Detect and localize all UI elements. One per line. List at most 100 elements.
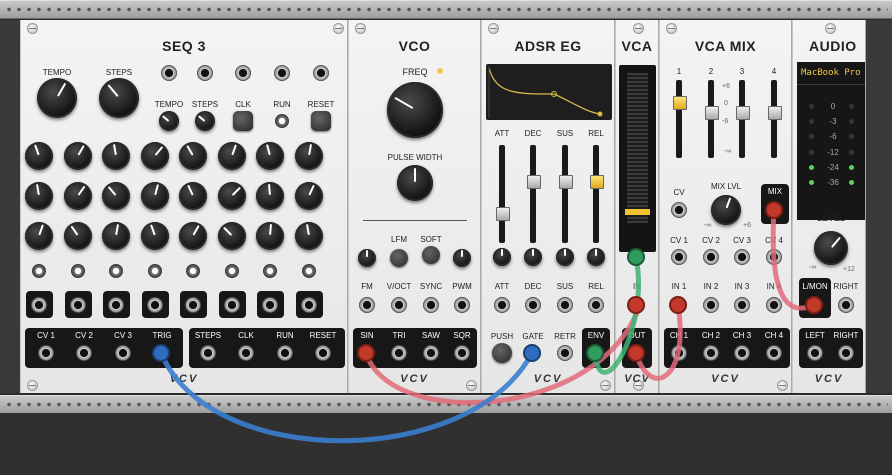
dec-slider[interactable] bbox=[527, 145, 541, 243]
env-output-jack[interactable] bbox=[588, 345, 604, 361]
channel-2-fader[interactable] bbox=[705, 80, 719, 158]
voct-input-jack[interactable] bbox=[391, 297, 407, 313]
right-output-jack[interactable] bbox=[838, 345, 854, 361]
clk-input-jack[interactable] bbox=[235, 65, 251, 81]
ch2-output-jack[interactable] bbox=[703, 345, 719, 361]
gate-output-jack[interactable] bbox=[224, 297, 240, 313]
step-knob[interactable] bbox=[64, 182, 92, 210]
tempo-cv-trimpot[interactable] bbox=[159, 111, 179, 131]
rel-slider[interactable] bbox=[590, 145, 604, 243]
step-knob[interactable] bbox=[141, 222, 169, 250]
step-knob[interactable] bbox=[64, 142, 92, 170]
in1-input-jack[interactable] bbox=[671, 297, 687, 313]
ch4-output-jack[interactable] bbox=[766, 345, 782, 361]
trig-output-jack[interactable] bbox=[154, 345, 170, 361]
gate-output-jack[interactable] bbox=[108, 297, 124, 313]
clk-button[interactable] bbox=[233, 111, 253, 131]
tempo-knob[interactable] bbox=[37, 78, 77, 118]
gate-output-jack[interactable] bbox=[70, 297, 86, 313]
step-knob[interactable] bbox=[179, 222, 207, 250]
level-knob[interactable] bbox=[814, 231, 848, 265]
vca-output-jack[interactable] bbox=[629, 345, 645, 361]
cv3-output-jack[interactable] bbox=[115, 345, 131, 361]
lfm-switch[interactable] bbox=[390, 249, 408, 267]
gate-output-jack[interactable] bbox=[147, 297, 163, 313]
step-knob[interactable] bbox=[102, 142, 130, 170]
reset-button[interactable] bbox=[311, 111, 331, 131]
sus-cv-jack[interactable] bbox=[557, 297, 573, 313]
cv2-input-jack[interactable] bbox=[703, 249, 719, 265]
gate-output-jack[interactable] bbox=[262, 297, 278, 313]
step-knob[interactable] bbox=[179, 142, 207, 170]
right-input-jack[interactable] bbox=[838, 297, 854, 313]
dec-cv-jack[interactable] bbox=[525, 297, 541, 313]
freq-knob[interactable] bbox=[387, 82, 443, 138]
rel-cv-jack[interactable] bbox=[588, 297, 604, 313]
vca-level-meter[interactable] bbox=[619, 65, 656, 252]
push-button[interactable] bbox=[492, 343, 512, 363]
sus-slider[interactable] bbox=[559, 145, 573, 243]
in3-input-jack[interactable] bbox=[734, 297, 750, 313]
step-knob[interactable] bbox=[64, 222, 92, 250]
channel-4-fader[interactable] bbox=[768, 80, 782, 158]
left-input-jack[interactable] bbox=[807, 297, 823, 313]
gate-light[interactable] bbox=[148, 264, 162, 278]
step-knob[interactable] bbox=[141, 142, 169, 170]
att-slider[interactable] bbox=[496, 145, 510, 243]
dec-mod-knob[interactable] bbox=[524, 248, 542, 266]
gate-output-jack[interactable] bbox=[301, 297, 317, 313]
cv2-output-jack[interactable] bbox=[76, 345, 92, 361]
step-knob[interactable] bbox=[256, 142, 284, 170]
gate-light[interactable] bbox=[302, 264, 316, 278]
step-knob[interactable] bbox=[256, 182, 284, 210]
sus-mod-knob[interactable] bbox=[556, 248, 574, 266]
rel-mod-knob[interactable] bbox=[587, 248, 605, 266]
left-output-jack[interactable] bbox=[807, 345, 823, 361]
clk-output-jack[interactable] bbox=[238, 345, 254, 361]
gate-output-jack[interactable] bbox=[31, 297, 47, 313]
pwm-input-jack[interactable] bbox=[454, 297, 470, 313]
in4-input-jack[interactable] bbox=[766, 297, 782, 313]
gate-light[interactable] bbox=[71, 264, 85, 278]
run-light[interactable] bbox=[275, 114, 289, 128]
reset-output-jack[interactable] bbox=[315, 345, 331, 361]
mix-output-jack[interactable] bbox=[767, 202, 783, 218]
cv1-output-jack[interactable] bbox=[38, 345, 54, 361]
channel-3-fader[interactable] bbox=[736, 80, 750, 158]
retrigger-input-jack[interactable] bbox=[557, 345, 573, 361]
steps-output-jack[interactable] bbox=[200, 345, 216, 361]
steps-cv-jack[interactable] bbox=[197, 65, 213, 81]
sin-output-jack[interactable] bbox=[359, 345, 375, 361]
step-knob[interactable] bbox=[295, 182, 323, 210]
gate-light[interactable] bbox=[186, 264, 200, 278]
gate-light[interactable] bbox=[225, 264, 239, 278]
audio-device-display[interactable]: MacBook Pro 0 -3 -6 -12 -24 -36 bbox=[797, 62, 865, 220]
gate-light[interactable] bbox=[263, 264, 277, 278]
ch3-output-jack[interactable] bbox=[734, 345, 750, 361]
step-knob[interactable] bbox=[295, 222, 323, 250]
step-knob[interactable] bbox=[141, 182, 169, 210]
gate-input-jack[interactable] bbox=[525, 345, 541, 361]
step-knob[interactable] bbox=[218, 222, 246, 250]
tempo-cv-jack[interactable] bbox=[161, 65, 177, 81]
step-knob[interactable] bbox=[25, 142, 53, 170]
steps-knob[interactable] bbox=[99, 78, 139, 118]
pulse-width-knob[interactable] bbox=[397, 165, 433, 201]
run-output-jack[interactable] bbox=[277, 345, 293, 361]
gate-light[interactable] bbox=[32, 264, 46, 278]
fm-knob[interactable] bbox=[358, 249, 376, 267]
fm-input-jack[interactable] bbox=[359, 297, 375, 313]
steps-cv-trimpot[interactable] bbox=[195, 111, 215, 131]
vca-cv-jack[interactable] bbox=[629, 249, 645, 265]
soft-switch[interactable] bbox=[422, 246, 440, 264]
sqr-output-jack[interactable] bbox=[454, 345, 470, 361]
step-knob[interactable] bbox=[179, 182, 207, 210]
run-input-jack[interactable] bbox=[274, 65, 290, 81]
cv3-input-jack[interactable] bbox=[734, 249, 750, 265]
tri-output-jack[interactable] bbox=[391, 345, 407, 361]
ch1-output-jack[interactable] bbox=[671, 345, 687, 361]
cv4-input-jack[interactable] bbox=[766, 249, 782, 265]
step-knob[interactable] bbox=[25, 182, 53, 210]
pwm-knob[interactable] bbox=[453, 249, 471, 267]
att-cv-jack[interactable] bbox=[494, 297, 510, 313]
